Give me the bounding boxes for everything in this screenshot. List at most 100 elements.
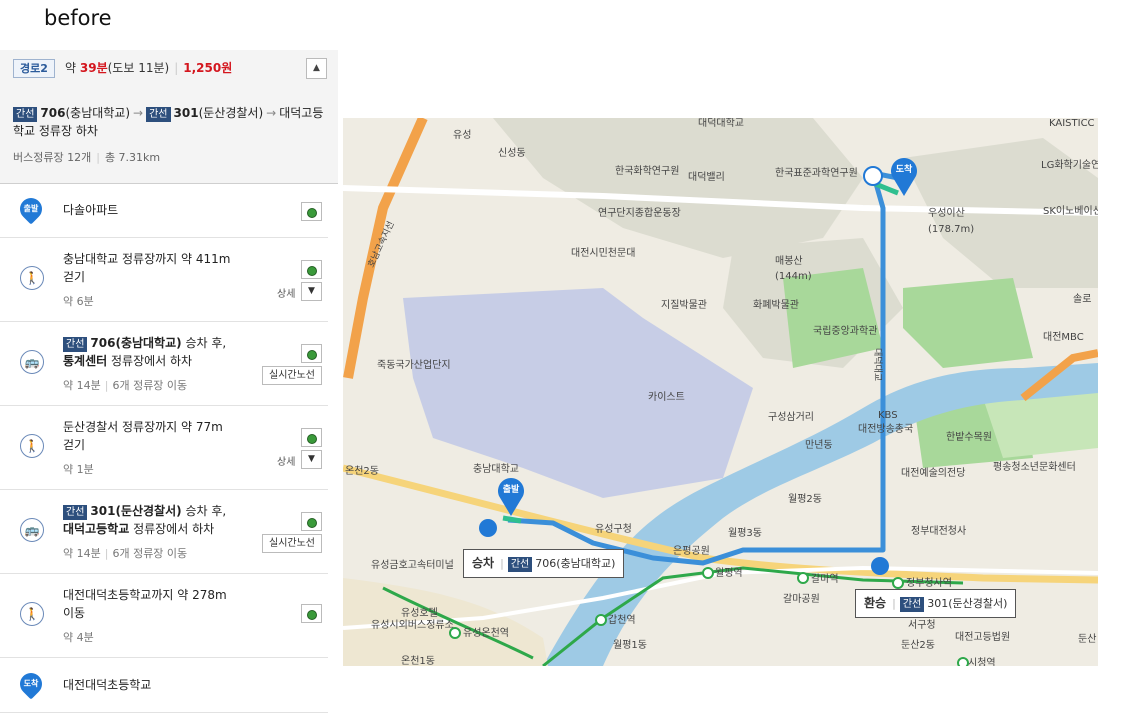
map-label: 유성온천역 <box>463 627 509 639</box>
bus-number: 706(충남대학교) <box>90 336 182 350</box>
walk-icon: 🚶 <box>20 266 44 290</box>
step-description: 대전대덕초등학교까지 약 278m 이동 <box>63 586 253 622</box>
walk-distance: 대전대덕초등학교까지 약 278m <box>63 588 227 602</box>
route-map[interactable]: 출발 도착 대덕대학교 KAISTICC 유성 신성동 한국화학연구원 대덕밸리… <box>343 118 1098 666</box>
station-marker <box>797 572 809 584</box>
map-label: 지질박물관 <box>661 299 707 311</box>
map-label: 충남대학교 <box>473 463 519 475</box>
map-label: 갈마역 <box>811 572 839 585</box>
transfer-label: 환승 <box>864 596 887 610</box>
total-distance: 총 7.31km <box>104 151 161 164</box>
start-pin-icon: 출발 <box>15 193 47 225</box>
map-label: 유성구청 <box>595 523 632 535</box>
map-label: 유성금호고속터미널 <box>371 559 454 571</box>
arrow-right-icon: → <box>133 106 144 120</box>
map-label: 유성 <box>453 129 471 141</box>
alight-stop: 대덕고등학교 <box>63 522 130 536</box>
bus-number: 301(둔산경찰서) <box>90 504 182 518</box>
map-label: 카이스트 <box>648 391 685 403</box>
map-label: LG화학기술연구원 <box>1041 159 1098 171</box>
map-locate-button[interactable] <box>301 202 322 221</box>
map-label: 국립중앙과학관 <box>813 324 877 337</box>
detail-label[interactable]: 상세 <box>277 453 295 468</box>
realtime-route-button[interactable]: 실시간노선 <box>262 366 322 385</box>
step-duration: 약 4분 <box>63 631 94 644</box>
divider: | <box>96 151 100 164</box>
route-overview: 간선 706(충남대학교) → 간선 301(둔산경찰서) → 대덕고등학교 정류장 하차 <box>13 104 328 140</box>
map-label: 만년동 <box>805 439 833 451</box>
map-label: 서구청 <box>908 619 936 631</box>
divider: | <box>500 557 504 570</box>
route-meta: 버스정류장 12개 | 총 7.31km <box>13 149 160 165</box>
transfer-callout: 환승 | 간선 301(둔산경찰서) <box>855 589 1017 618</box>
map-label: 정부청사역 <box>906 577 952 589</box>
map-label: 월평3동 <box>728 527 762 539</box>
map-label: 온천2동 <box>345 465 379 477</box>
step-description: 간선 706(충남대학교) 승차 후, 통계센터 정류장에서 하차 <box>63 334 248 370</box>
collapse-button[interactable]: ▲ <box>306 58 327 79</box>
step-start: 출발 다솔아파트 <box>0 184 328 238</box>
map-label: 유성시외버스정류소 <box>371 619 454 631</box>
map-marker-icon <box>306 208 317 218</box>
step-bus: 🚌 간선 301(둔산경찰서) 승차 후, 대덕고등학교 정류장에서 하차 약 14… <box>0 490 328 574</box>
map-locate-button[interactable] <box>301 344 322 363</box>
step-action: 승차 후, <box>181 504 227 518</box>
map-label: 둔산 <box>1078 633 1096 645</box>
bus-type-tag: 간선 <box>13 107 38 122</box>
bus-icon: 🚌 <box>20 518 44 542</box>
map-label: 시청역 <box>968 657 996 666</box>
map-marker-icon <box>306 518 317 528</box>
map-locate-button[interactable] <box>301 428 322 447</box>
station-marker <box>957 657 969 666</box>
step-bus: 🚌 간선 706(충남대학교) 승차 후, 통계센터 정류장에서 하차 약 14분 |… <box>0 322 328 406</box>
step-action: 정류장에서 하차 <box>129 522 215 536</box>
map-locate-button[interactable] <box>301 260 322 279</box>
step-action: 승차 후, <box>181 336 227 350</box>
map-label: 월평역 <box>715 567 743 579</box>
map-marker-icon <box>306 350 317 360</box>
map-label: 유성호텔 <box>401 607 438 619</box>
step-action: 정류장에서 하차 <box>107 354 193 368</box>
step-end: 도착 대전대덕초등학교 <box>0 658 328 713</box>
detail-label[interactable]: 상세 <box>277 285 295 300</box>
bus-stop-icon <box>871 557 889 575</box>
route-panel: 경로2 약 39분(도보 11분) | 1,250원 ▲ 간선 706(충남대학교) →… <box>0 50 338 722</box>
map-label: 은평공원 <box>673 545 710 557</box>
map-locate-button[interactable] <box>301 604 322 623</box>
end-pin-icon: 도착 <box>15 668 47 700</box>
step-duration: 약 14분 | 6개 정류장 이동 <box>63 377 187 393</box>
bus-type-tag: 간선 <box>507 557 533 572</box>
map-label: 정부대전청사 <box>911 525 966 537</box>
step-place: 대전대덕초등학교 <box>63 678 152 692</box>
chevron-down-icon[interactable]: ▼ <box>301 282 322 301</box>
chevron-down-icon[interactable]: ▼ <box>301 450 322 469</box>
realtime-route-button[interactable]: 실시간노선 <box>262 534 322 553</box>
map-label: 한국표준과학연구원 <box>775 167 858 179</box>
divider: | <box>104 547 109 560</box>
divider: | <box>892 597 896 610</box>
map-label: 월평2동 <box>788 493 822 505</box>
map-label: 대전MBC <box>1043 331 1084 343</box>
map-canvas: 출발 도착 대덕대학교 KAISTICC 유성 신성동 한국화학연구원 대덕밸리… <box>343 118 1098 666</box>
map-label: 대전고등법원 <box>955 631 1010 643</box>
map-marker-icon <box>306 434 317 444</box>
walk-distance: 둔산경찰서 정류장까지 약 77m <box>63 420 223 434</box>
step-description: 충남대학교 정류장까지 약 411m 걷기 <box>63 250 253 286</box>
walk-action: 걷기 <box>63 438 86 452</box>
divider: | <box>104 379 109 392</box>
map-label: KAISTICC <box>1049 118 1095 129</box>
walk-action: 이동 <box>63 606 86 620</box>
step-duration: 약 6분 <box>63 295 94 308</box>
map-label: 둔산2동 <box>901 639 935 651</box>
walk-action: 걷기 <box>63 270 86 284</box>
step-duration: 약 1분 <box>63 463 94 476</box>
walk-icon <box>863 166 883 186</box>
divider: | <box>174 61 179 75</box>
map-label: KBS <box>878 410 898 421</box>
map-label: 대덕대교 <box>872 348 883 381</box>
map-label: 대덕밸리 <box>688 171 725 183</box>
step-description: 둔산경찰서 정류장까지 약 77m 걷기 <box>63 418 253 454</box>
ride-time: 약 14분 <box>63 379 101 392</box>
map-locate-button[interactable] <box>301 512 322 531</box>
bus-type-tag: 간선 <box>899 597 925 612</box>
